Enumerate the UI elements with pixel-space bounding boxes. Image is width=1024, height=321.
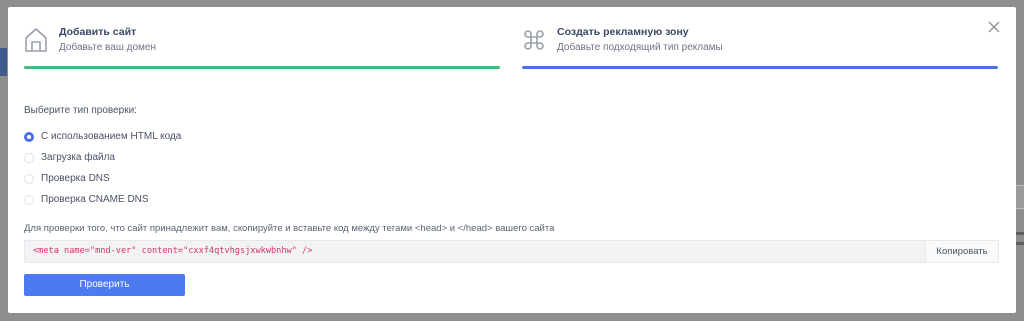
step-add-site: Добавить сайт Добавьте ваш домен [24,23,500,79]
verify-button[interactable]: Проверить [24,274,185,296]
backdrop-element [1016,242,1024,245]
home-icon [24,27,48,53]
radio-indicator[interactable] [24,131,34,142]
radio-label: Загрузка файла [41,152,115,163]
step-progress-bar [522,66,998,69]
radio-file-upload[interactable]: Загрузка файла [24,147,181,168]
radio-html-code[interactable]: С использованием HTML кода [24,126,181,147]
instruction-text: Для проверки того, что сайт принадлежит … [24,223,555,234]
radio-dns[interactable]: Проверка DNS [24,168,181,189]
step-title: Добавить сайт [59,26,137,38]
radio-label: С использованием HTML кода [41,131,182,142]
command-icon [522,27,546,53]
radio-label: Проверка DNS [41,173,110,184]
step-subtitle: Добавьте ваш домен [59,42,156,53]
step-progress-bar [24,66,500,69]
radio-label: Проверка CNAME DNS [41,194,149,205]
copy-button[interactable]: Копировать [925,241,998,262]
backdrop-element [1016,232,1024,235]
meta-code-value[interactable]: <meta name="mnd-ver" content="cxxf4qtvhg… [25,241,925,262]
verification-type-label: Выберите тип проверки: [24,105,137,116]
step-title: Создать рекламную зону [557,26,689,38]
add-site-modal: Добавить сайт Добавьте ваш домен Создать… [8,7,1016,313]
radio-indicator[interactable] [24,173,34,184]
meta-code-field: <meta name="mnd-ver" content="cxxf4qtvhg… [24,240,999,263]
backdrop-accent [0,48,7,76]
radio-indicator[interactable] [24,152,34,163]
step-create-ad-zone: Создать рекламную зону Добавьте подходящ… [522,23,998,79]
step-subtitle: Добавьте подходящий тип рекламы [557,42,723,53]
verification-type-radio-group: С использованием HTML кода Загрузка файл… [24,126,181,210]
radio-cname-dns[interactable]: Проверка CNAME DNS [24,189,181,210]
radio-indicator[interactable] [24,194,34,205]
backdrop-element [1015,185,1024,209]
